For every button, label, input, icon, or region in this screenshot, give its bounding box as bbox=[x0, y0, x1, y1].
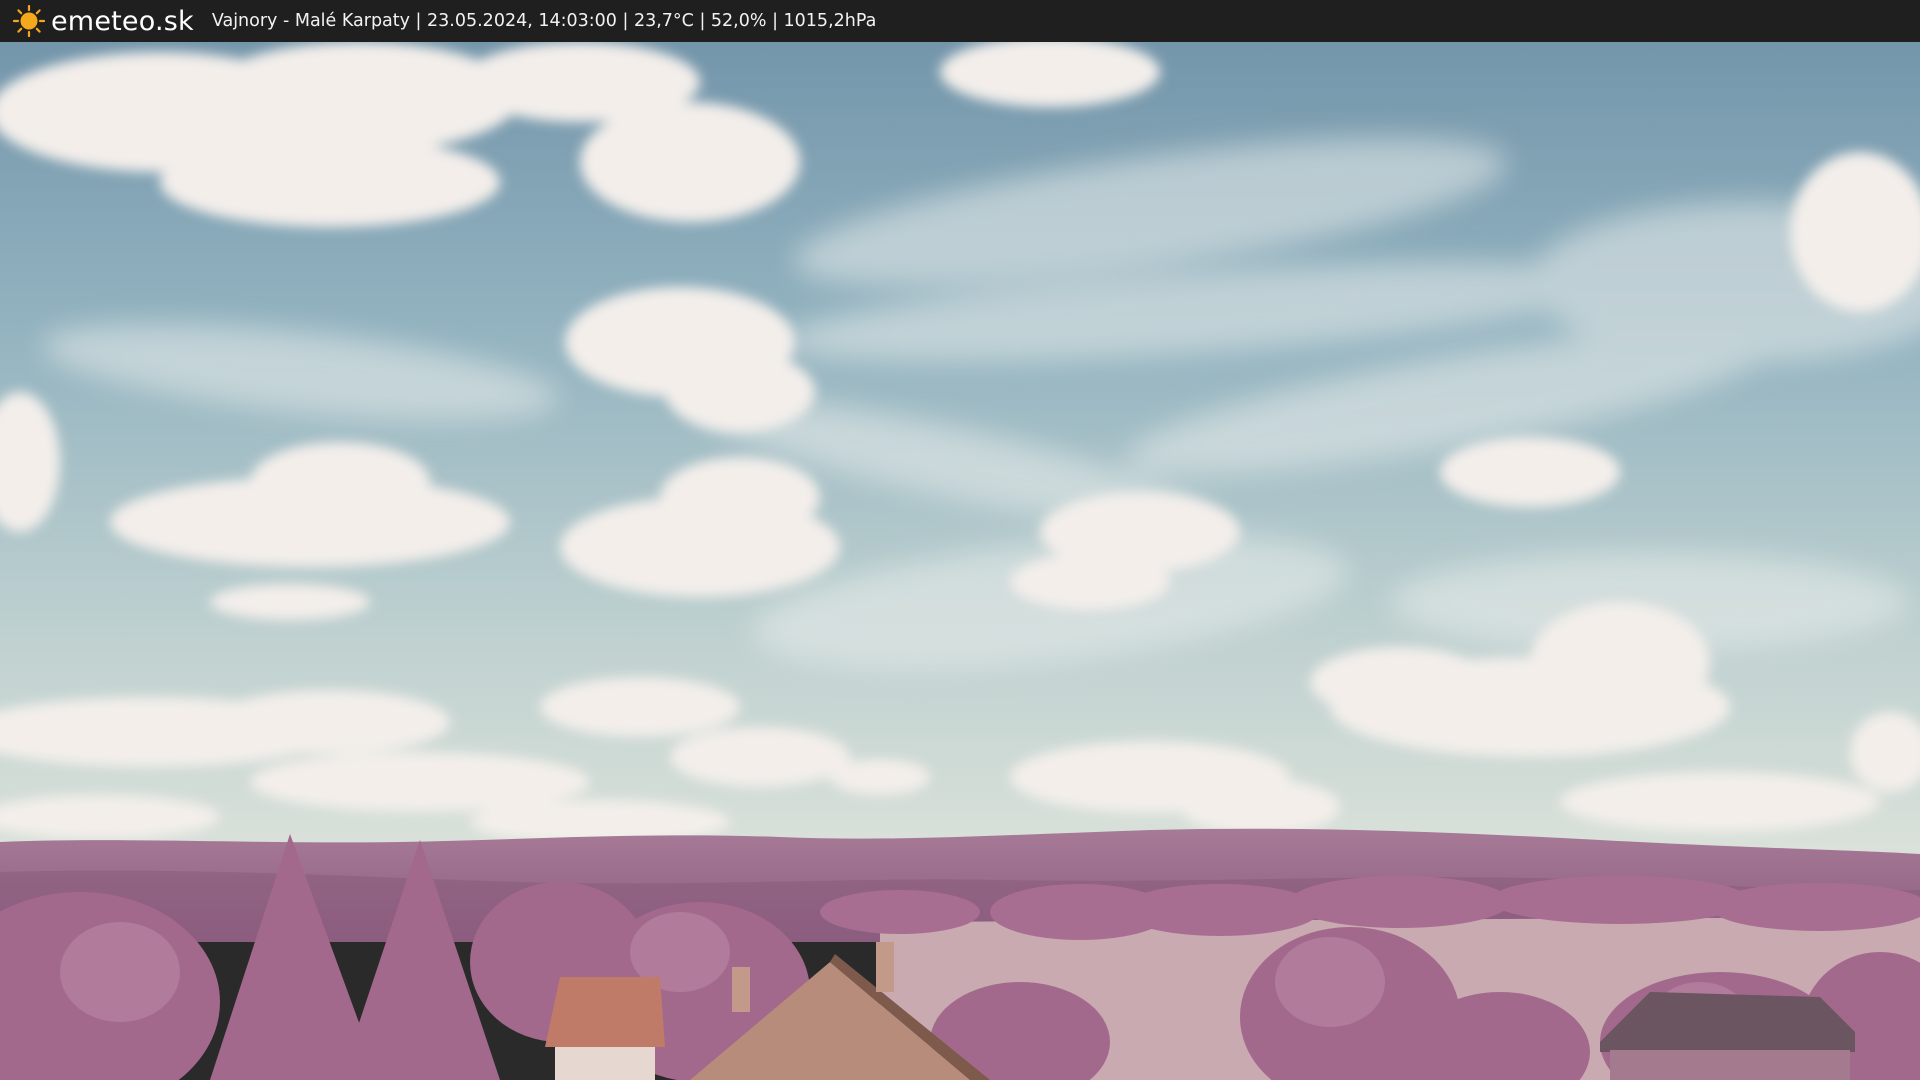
header-bar: emeteo.sk Vajnory - Malé Karpaty | 23.05… bbox=[0, 0, 1920, 42]
webcam-image bbox=[0, 42, 1920, 1080]
webcam-frame: emeteo.sk Vajnory - Malé Karpaty | 23.05… bbox=[0, 0, 1920, 1080]
brand-name[interactable]: emeteo.sk bbox=[51, 6, 194, 37]
station-info: Vajnory - Malé Karpaty | 23.05.2024, 14:… bbox=[211, 11, 877, 31]
brand-logo[interactable]: emeteo.sk bbox=[12, 4, 194, 38]
sun-icon bbox=[12, 4, 46, 38]
